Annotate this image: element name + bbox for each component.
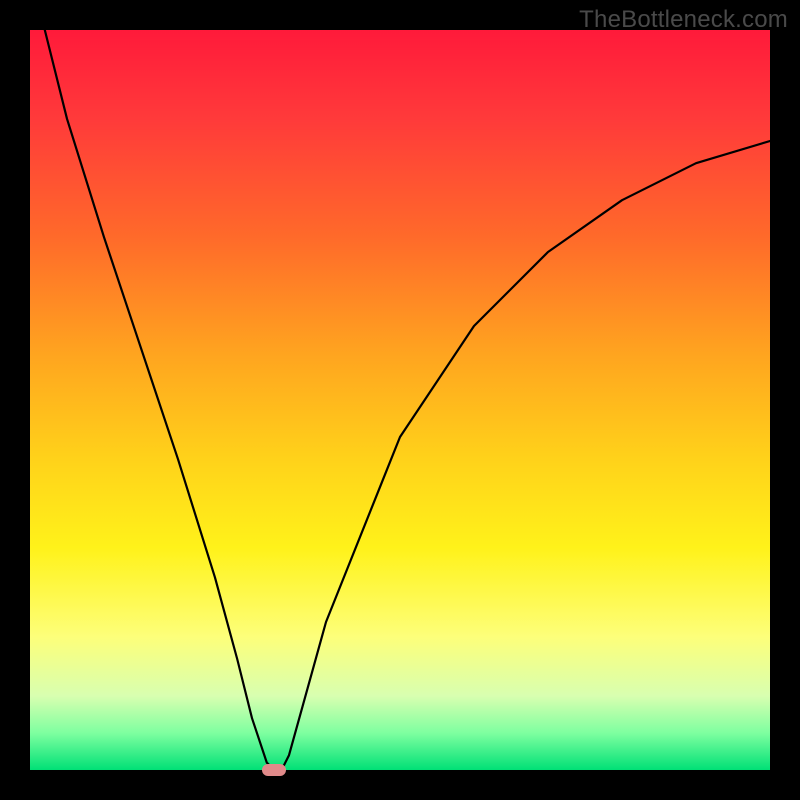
plot-area [30,30,770,770]
chart-frame: TheBottleneck.com [0,0,800,800]
watermark-text: TheBottleneck.com [579,6,788,34]
minimum-marker [262,764,286,776]
bottleneck-curve [30,30,770,770]
